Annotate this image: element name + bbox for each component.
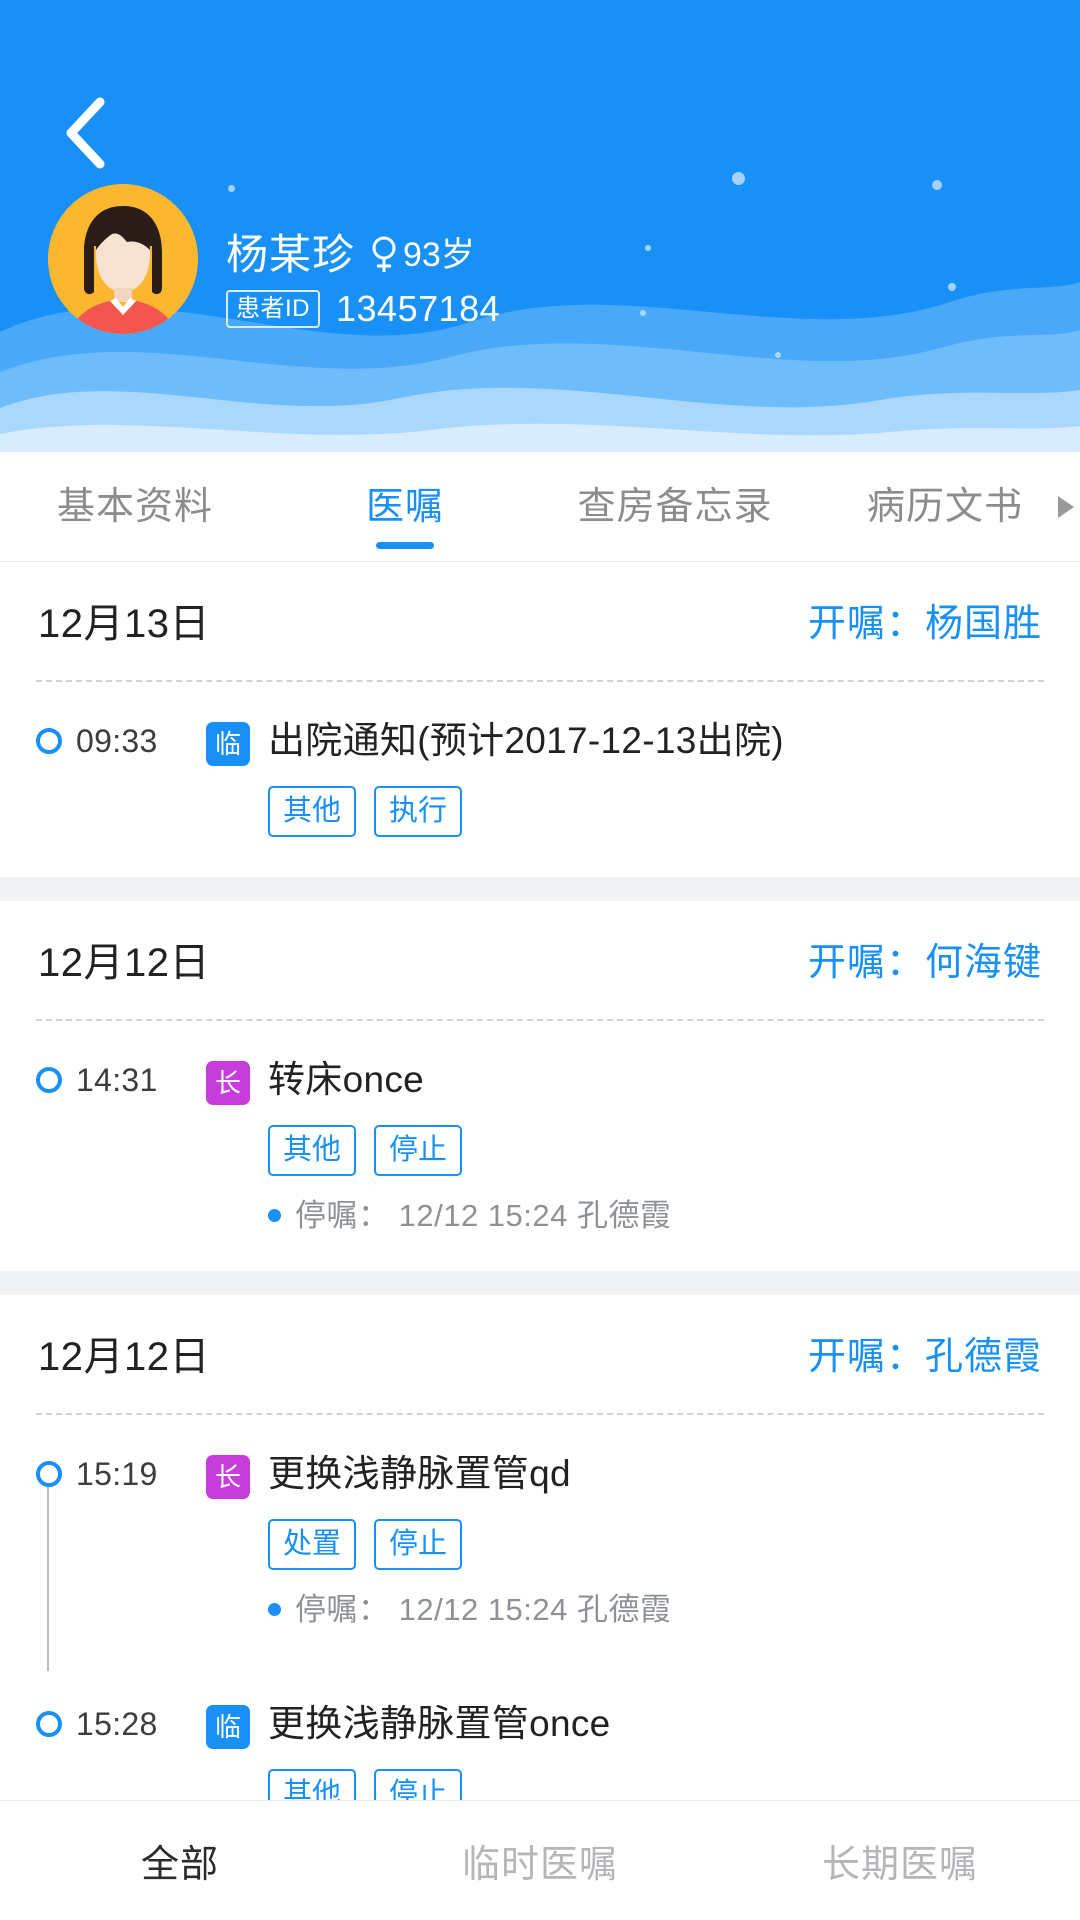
order-name: 更换浅静脉置管qd (268, 1453, 571, 1494)
timeline-dot-icon (36, 1461, 62, 1487)
order-card-doctor[interactable]: 开嘱：杨国胜 (808, 605, 1042, 643)
order-card-date: 12月13日 (38, 602, 210, 646)
timeline-dot-icon (36, 728, 62, 754)
patient-avatar-icon (48, 184, 198, 334)
order-tags: 其他 停止 (268, 1125, 1044, 1176)
tab-orders[interactable]: 医嘱 (270, 452, 540, 561)
patient-age: 93岁 (403, 236, 475, 274)
order-tag[interactable]: 执行 (374, 786, 463, 837)
patient-orders-screen: 杨某珍 93岁 患者ID 13457184 基本资料 医嘱 查房备忘录 病历文书… (0, 0, 1080, 1920)
order-name: 出院通知(预计2017-12-13出院) (268, 720, 784, 761)
sparkle-dot (645, 245, 651, 251)
order-card-header: 12月12日 开嘱：孔德霞 (34, 1295, 1046, 1413)
sparkle-dot (640, 310, 646, 316)
order-row[interactable]: 09:33 临 出院通知(预计2017-12-13出院) 其他 执行 (36, 682, 1044, 877)
sparkle-dot (948, 283, 956, 291)
sparkle-dot (732, 172, 745, 185)
order-tag[interactable]: 处置 (268, 1519, 357, 1570)
patient-id-value: 13457184 (336, 288, 501, 329)
doctor-label: 开嘱： (807, 1336, 925, 1378)
order-tag[interactable]: 其他 (268, 1769, 357, 1800)
order-card-doctor[interactable]: 开嘱：何海键 (808, 944, 1042, 982)
doctor-name: 孔德霞 (924, 1336, 1042, 1378)
timeline-dot-icon (36, 1067, 62, 1093)
order-card: 12月13日 开嘱：杨国胜 09:33 临 出院通知(预计2017-12-13出… (0, 562, 1080, 877)
order-time: 14:31 (76, 1062, 158, 1098)
back-button[interactable] (40, 88, 130, 178)
order-row[interactable]: 14:31 长 转床once 其他 停止 停嘱： 12/12 15:24 孔德霞 (36, 1021, 1044, 1271)
order-time: 15:28 (76, 1706, 158, 1742)
order-card: 12月12日 开嘱：孔德霞 15:19 长 更换浅静脉置管qd 处置 停止 停嘱… (0, 1295, 1080, 1800)
bullet-icon (268, 1603, 281, 1616)
bullet-icon (268, 1209, 281, 1222)
timeline-connector (47, 1487, 49, 1671)
tab-active-underline (376, 542, 434, 549)
order-tag[interactable]: 停止 (374, 1125, 463, 1176)
card-separator (0, 1271, 1080, 1295)
tab-label: 病历文书 (866, 485, 1023, 528)
order-card: 12月12日 开嘱：何海键 14:31 长 转床once 其他 停止 停嘱： 1… (0, 901, 1080, 1271)
patient-id-label: 患者ID (226, 290, 320, 328)
sparkle-dot (932, 180, 942, 190)
tab-label: 医嘱 (365, 485, 444, 528)
order-type-badge: 长 (206, 1061, 250, 1105)
order-tag[interactable]: 其他 (268, 786, 357, 837)
order-row[interactable]: 15:28 临 更换浅静脉置管once 其他 停止 停嘱 (36, 1665, 1044, 1800)
order-tags: 其他 停止 (268, 1769, 1044, 1800)
stop-note-text: 停嘱： 12/12 15:24 孔德霞 (295, 1592, 672, 1627)
order-tags: 其他 执行 (268, 786, 1044, 837)
sparkle-dot (775, 352, 781, 358)
order-card-header: 12月12日 开嘱：何海键 (34, 901, 1046, 1019)
bottom-item-all[interactable]: 全部 (0, 1833, 360, 1888)
doctor-label: 开嘱： (807, 603, 925, 645)
order-card-date: 12月12日 (38, 1335, 210, 1379)
order-name: 转床once (268, 1059, 425, 1100)
bottom-filter-bar: 全部 临时医嘱 长期医嘱 (0, 1800, 1080, 1920)
order-tag[interactable]: 停止 (374, 1519, 463, 1570)
triangle-right-icon[interactable] (1058, 495, 1074, 518)
tab-rounds-memo[interactable]: 查房备忘录 (540, 452, 810, 561)
patient-header: 杨某珍 93岁 患者ID 13457184 (0, 0, 1080, 452)
doctor-name: 杨国胜 (924, 603, 1042, 645)
stop-note-text: 停嘱： 12/12 15:24 孔德霞 (295, 1198, 672, 1233)
bottom-item-longterm-orders[interactable]: 长期医嘱 (720, 1833, 1080, 1888)
tab-basic-info[interactable]: 基本资料 (0, 452, 270, 561)
patient-name: 杨某珍 (226, 231, 356, 278)
order-stop-note: 停嘱： 12/12 15:24 孔德霞 (268, 1594, 1044, 1625)
bottom-item-temporary-orders[interactable]: 临时医嘱 (360, 1833, 720, 1888)
patient-gender-age: 93岁 (369, 235, 475, 275)
orders-list[interactable]: 12月13日 开嘱：杨国胜 09:33 临 出院通知(预计2017-12-13出… (0, 562, 1080, 1800)
chevron-left-icon (66, 97, 105, 169)
patient-info: 杨某珍 93岁 患者ID 13457184 (226, 234, 500, 334)
tab-label: 查房备忘录 (577, 485, 773, 528)
order-type-badge: 临 (206, 722, 250, 766)
doctor-name: 何海键 (924, 942, 1042, 984)
avatar (48, 184, 198, 334)
order-type-badge: 临 (206, 1705, 250, 1749)
order-name: 更换浅静脉置管once (268, 1703, 611, 1744)
card-separator (0, 877, 1080, 901)
order-type-badge: 长 (206, 1455, 250, 1499)
order-time: 09:33 (76, 723, 158, 759)
order-tag[interactable]: 其他 (268, 1125, 357, 1176)
order-card-doctor[interactable]: 开嘱：孔德霞 (808, 1338, 1042, 1376)
tab-label: 基本资料 (56, 485, 213, 528)
order-tag[interactable]: 停止 (374, 1769, 463, 1800)
timeline-dot-icon (36, 1711, 62, 1737)
patient-summary: 杨某珍 93岁 患者ID 13457184 (48, 184, 500, 334)
tab-bar: 基本资料 医嘱 查房备忘录 病历文书 (0, 452, 1080, 562)
doctor-label: 开嘱： (807, 942, 925, 984)
tab-medical-records[interactable]: 病历文书 (810, 452, 1080, 561)
order-row[interactable]: 15:19 长 更换浅静脉置管qd 处置 停止 停嘱： 12/12 15:24 … (36, 1415, 1044, 1671)
order-stop-note: 停嘱： 12/12 15:24 孔德霞 (268, 1200, 1044, 1231)
order-card-header: 12月13日 开嘱：杨国胜 (34, 562, 1046, 680)
order-tags: 处置 停止 (268, 1519, 1044, 1570)
female-gender-icon (372, 236, 396, 272)
order-time: 15:19 (76, 1456, 158, 1492)
order-card-date: 12月12日 (38, 941, 210, 985)
